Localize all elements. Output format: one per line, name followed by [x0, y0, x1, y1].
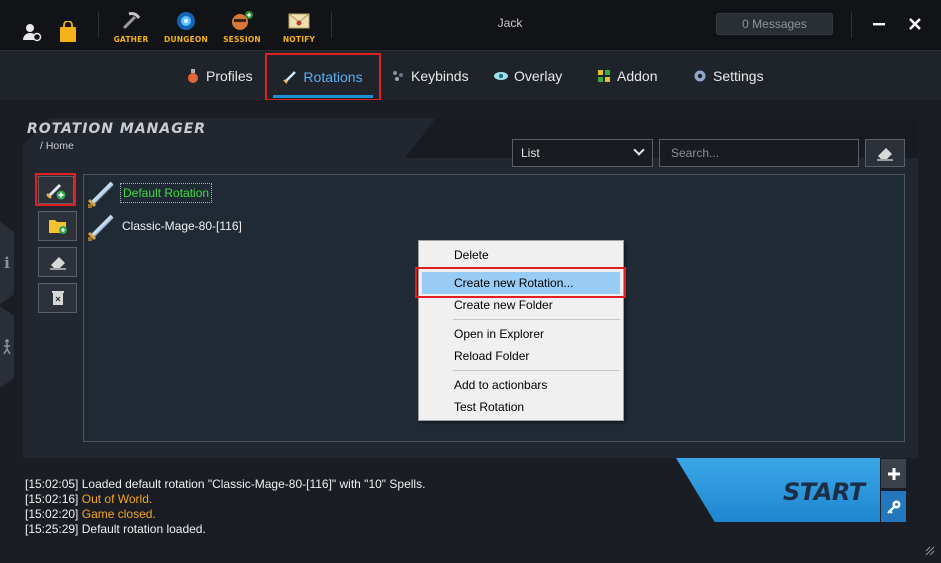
potion-icon: [186, 69, 200, 83]
add-rotation-button[interactable]: [35, 173, 76, 206]
sword-add-icon: [45, 183, 65, 199]
close-icon: [909, 18, 921, 30]
messages-button[interactable]: 0 Messages: [716, 13, 833, 35]
sword-icon: [87, 214, 114, 241]
session-button[interactable]: SESSION: [223, 6, 261, 44]
keyboard-icon: [391, 69, 405, 83]
panel-title: ROTATION MANAGER: [27, 121, 207, 137]
tab-rotations[interactable]: Rotations: [265, 53, 381, 101]
tab-keybinds[interactable]: Keybinds: [391, 51, 469, 101]
resize-grip-icon[interactable]: [924, 545, 936, 557]
shopping-bag-icon: [56, 20, 80, 44]
eraser-icon: [49, 257, 66, 270]
menu-item-open-explorer[interactable]: Open in Explorer: [422, 323, 620, 345]
log-message: Default rotation loaded.: [81, 522, 206, 536]
title-bar: GATHER DUNGEON SESSION NOTIFY Jack 0 Mes…: [0, 0, 941, 50]
dungeon-button[interactable]: DUNGEON: [163, 6, 209, 44]
menu-item-add-actionbars[interactable]: Add to actionbars: [422, 374, 620, 396]
toolbar-divider: [331, 12, 332, 38]
gather-label: GATHER: [113, 35, 149, 44]
close-button[interactable]: [904, 13, 926, 35]
minimize-button[interactable]: [868, 13, 890, 35]
menu-item-test-rotation[interactable]: Test Rotation: [422, 396, 620, 418]
eraser-icon: [877, 148, 893, 161]
pickaxe-icon: [119, 9, 143, 33]
start-label: START: [783, 478, 865, 506]
key-icon: [886, 500, 900, 514]
tab-label: Overlay: [514, 68, 563, 84]
user-gear-icon: [20, 20, 44, 44]
tab-label: Settings: [713, 68, 764, 84]
session-label: SESSION: [223, 35, 261, 44]
main-tab-bar: Profiles Rotations Keybinds Overlay Addo…: [0, 50, 941, 101]
tree-item-label: Default Rotation: [120, 183, 213, 203]
log-message: Loaded default rotation "Classic-Mage-80…: [81, 477, 426, 491]
menu-item-reload-folder[interactable]: Reload Folder: [422, 345, 620, 367]
log-time: [15:02:05]: [25, 477, 79, 491]
tab-label: Addon: [617, 68, 658, 84]
tab-label: Rotations: [303, 69, 363, 85]
log-message: Game closed.: [81, 507, 156, 521]
log-line: [15:25:29] Default rotation loaded.: [25, 522, 425, 537]
highlight-box: [415, 267, 626, 298]
menu-separator: [453, 370, 620, 371]
sword-icon: [283, 70, 297, 84]
shop-button[interactable]: [56, 6, 80, 44]
walking-person-icon: [3, 339, 11, 355]
sword-icon: [87, 181, 114, 208]
minimize-icon: [873, 23, 885, 26]
view-mode-value: List: [521, 146, 540, 160]
clear-search-button[interactable]: [865, 139, 905, 167]
tab-addon[interactable]: Addon: [597, 51, 657, 101]
menu-item-delete[interactable]: Delete: [422, 244, 620, 266]
menu-separator: [453, 319, 620, 320]
delete-button[interactable]: [38, 283, 77, 313]
eye-icon: [494, 69, 508, 83]
character-face-icon: [230, 9, 254, 33]
key-button[interactable]: [881, 491, 906, 522]
search-input[interactable]: [659, 139, 859, 167]
active-tab-underline: [273, 95, 373, 98]
plus-icon: [887, 467, 900, 480]
view-mode-select[interactable]: List: [512, 139, 653, 167]
dungeon-label: DUNGEON: [164, 35, 208, 44]
chevron-down-icon: [633, 144, 645, 156]
tab-settings[interactable]: Settings: [693, 51, 764, 101]
toolbar-divider: [851, 12, 852, 38]
tab-label: Profiles: [206, 68, 253, 84]
gear-icon: [693, 69, 707, 83]
tab-label: Keybinds: [411, 68, 469, 84]
tree-item-label: Classic-Mage-80-[116]: [122, 219, 242, 233]
tree-item[interactable]: Default Rotation: [86, 177, 213, 209]
account-settings-button[interactable]: [18, 6, 46, 44]
log-line: [15:02:05] Loaded default rotation "Clas…: [25, 477, 425, 492]
breadcrumb[interactable]: / Home: [40, 140, 74, 152]
log-line: [15:02:20] Game closed.: [25, 507, 425, 522]
envelope-icon: [287, 9, 311, 33]
toolbar-divider: [98, 12, 99, 38]
info-icon: i: [4, 254, 10, 272]
tab-profiles[interactable]: Profiles: [186, 51, 253, 101]
info-side-tab[interactable]: i: [0, 222, 14, 304]
tab-overlay[interactable]: Overlay: [494, 51, 562, 101]
walk-side-tab[interactable]: [0, 306, 14, 388]
addon-blocks-icon: [597, 69, 611, 83]
notify-button[interactable]: NOTIFY: [282, 6, 316, 44]
trash-icon: [51, 291, 64, 305]
log-time: [15:25:29]: [25, 522, 79, 536]
username: Jack: [497, 16, 523, 30]
portal-icon: [174, 9, 198, 33]
log-time: [15:02:16]: [25, 492, 79, 506]
gather-button[interactable]: GATHER: [113, 6, 149, 44]
edit-button[interactable]: [38, 247, 77, 277]
add-folder-button[interactable]: [38, 211, 77, 241]
log-message: Out of World.: [81, 492, 153, 506]
log-panel: [15:02:05] Loaded default rotation "Clas…: [25, 477, 425, 537]
tree-item[interactable]: Classic-Mage-80-[116]: [86, 210, 244, 242]
log-line: [15:02:16] Out of World.: [25, 492, 425, 507]
notify-label: NOTIFY: [282, 35, 316, 44]
folder-add-icon: [48, 220, 67, 234]
log-time: [15:02:20]: [25, 507, 79, 521]
add-button[interactable]: [881, 459, 906, 488]
